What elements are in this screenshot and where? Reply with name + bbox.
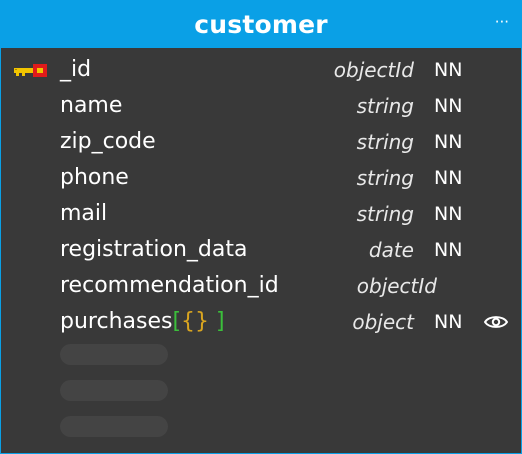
field-type: date <box>368 238 414 262</box>
field-row-zip-code[interactable]: zip_code string NN <box>1 124 521 160</box>
field-not-null: NN <box>434 95 463 117</box>
field-row-recommendation-id[interactable]: recommendation_id objectId <box>1 268 521 304</box>
field-type: string <box>356 94 414 118</box>
field-name: name <box>60 93 123 118</box>
field-name: recommendation_id <box>60 273 279 298</box>
entity-customer[interactable]: customer ··· _id objectId NN name string… <box>0 0 522 454</box>
array-close-bracket: ] <box>209 309 225 334</box>
collapsed-field-placeholder <box>60 416 168 437</box>
primary-key-icon <box>14 64 47 77</box>
collapsed-field-placeholder <box>60 344 168 365</box>
field-row-phone[interactable]: phone string NN <box>1 160 521 196</box>
entity-header[interactable]: customer ··· <box>1 1 521 48</box>
field-name: purchases <box>60 309 173 334</box>
field-type: object <box>352 310 414 334</box>
field-type: string <box>356 166 414 190</box>
eye-icon[interactable] <box>484 314 508 330</box>
entity-title: customer <box>194 10 328 39</box>
field-name: phone <box>60 165 129 190</box>
field-not-null: NN <box>434 311 463 333</box>
object-braces: {} <box>181 309 210 334</box>
field-not-null: NN <box>434 59 463 81</box>
field-row-registration-data[interactable]: registration_data date NN <box>1 232 521 268</box>
field-type: objectId <box>356 274 437 298</box>
collapsed-field-placeholder <box>60 380 168 401</box>
field-type: string <box>356 130 414 154</box>
field-type: string <box>356 202 414 226</box>
more-menu-icon[interactable]: ··· <box>495 13 509 31</box>
field-row-name[interactable]: name string NN <box>1 88 521 124</box>
field-name: registration_data <box>60 237 248 262</box>
field-not-null: NN <box>434 131 463 153</box>
field-row-id[interactable]: _id objectId NN <box>1 52 521 88</box>
field-not-null: NN <box>434 203 463 225</box>
field-name-group: purchases[{} ] <box>60 304 225 340</box>
field-name: mail <box>60 201 108 226</box>
field-row-purchases[interactable]: purchases[{} ] object NN <box>1 304 521 340</box>
field-not-null: NN <box>434 239 463 261</box>
field-not-null: NN <box>434 167 463 189</box>
array-open-bracket: [ <box>172 309 182 334</box>
field-name: zip_code <box>60 129 156 154</box>
field-type: objectId <box>333 58 414 82</box>
field-name: _id <box>60 57 92 82</box>
field-row-mail[interactable]: mail string NN <box>1 196 521 232</box>
